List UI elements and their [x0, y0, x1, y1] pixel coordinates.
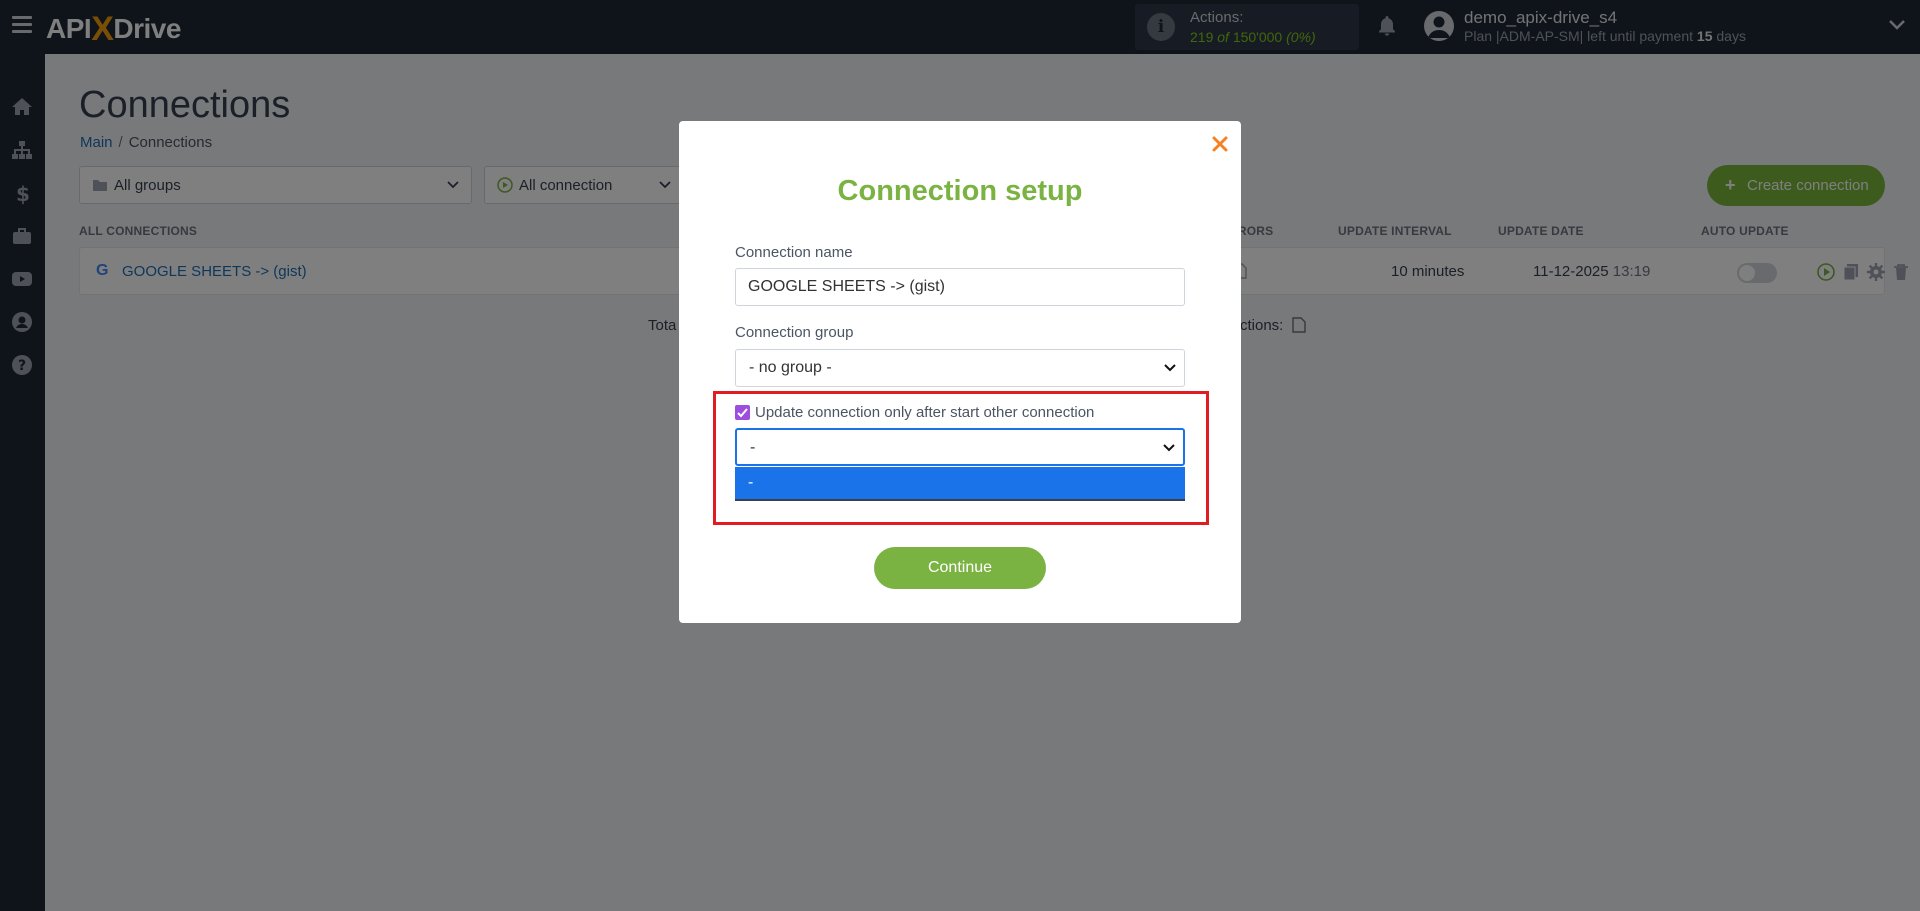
chevron-down-icon — [1163, 444, 1175, 452]
update-after-other-checkbox[interactable] — [735, 405, 750, 420]
close-icon[interactable] — [1211, 135, 1229, 153]
dependency-connection-select[interactable]: - — [735, 428, 1185, 466]
connection-group-select[interactable]: - no group - — [735, 349, 1185, 387]
connection-setup-modal: Connection setup Connection name GOOGLE … — [679, 121, 1241, 623]
update-after-other-label[interactable]: Update connection only after start other… — [755, 404, 1094, 421]
connection-name-input[interactable]: GOOGLE SHEETS -> (gist) — [735, 268, 1185, 306]
continue-button[interactable]: Continue — [874, 547, 1046, 589]
chevron-down-icon — [1164, 364, 1176, 372]
connection-name-label: Connection name — [735, 244, 853, 261]
dropdown-divider — [735, 499, 1185, 501]
connection-group-label: Connection group — [735, 324, 854, 341]
dropdown-option[interactable]: - — [735, 467, 1185, 499]
modal-title: Connection setup — [837, 175, 1083, 207]
